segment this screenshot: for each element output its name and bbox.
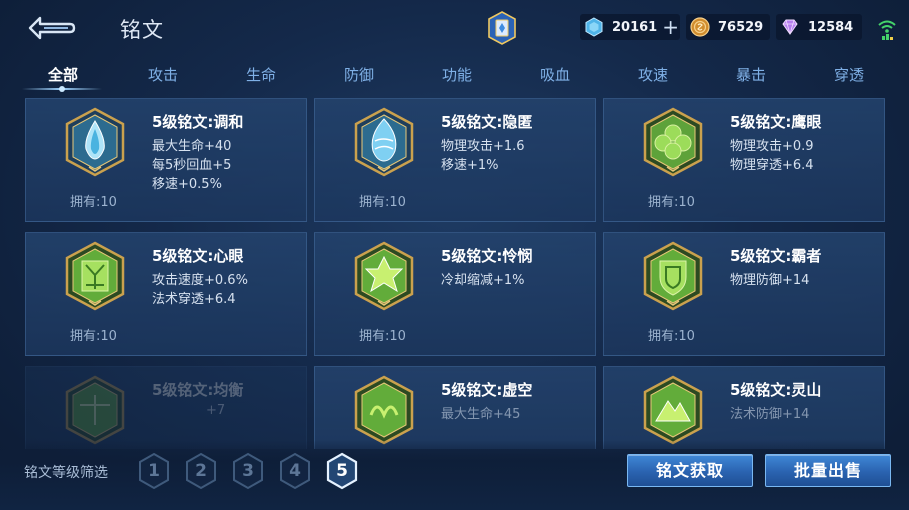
level-number: 3 (242, 461, 254, 481)
level-filter-1[interactable]: 1 (137, 452, 171, 490)
tab-all[interactable]: 全部 (28, 64, 98, 85)
tab-attack-speed[interactable]: 攻速 (618, 64, 688, 85)
green-star-emblem-icon (354, 241, 414, 311)
inscription-name: 5级铭文:调和 (152, 113, 244, 131)
level-number: 2 (195, 461, 207, 481)
green-shield-emblem-icon (643, 241, 703, 311)
add-currency-button[interactable]: + (662, 17, 679, 37)
blue-gem-currency: 20161 + (580, 14, 680, 40)
bulk-sell-button[interactable]: 批量出售 (765, 454, 891, 487)
inscription-card-void[interactable]: 5级铭文:虚空 最大生命+45 (314, 366, 596, 449)
owned-count: 拥有:10 (648, 195, 695, 210)
inscription-name: 5级铭文:鹰眼 (730, 113, 822, 131)
tab-utility[interactable]: 功能 (422, 64, 492, 85)
blue-flame-emblem-icon (354, 107, 414, 177)
owned-count: 拥有:10 (648, 329, 695, 344)
bottom-bar: 铭文等级筛选 1 2 3 4 5 铭文获取 批量出售 (0, 440, 909, 510)
owned-count: 拥有:10 (359, 329, 406, 344)
inscription-attribute: 攻击速度+0.6% (152, 273, 248, 288)
level-number: 4 (289, 461, 301, 481)
inscription-name: 5级铭文:隐匿 (441, 113, 533, 131)
purple-diamond-amount: 12584 (808, 19, 854, 35)
top-bar: 铭文 20161 + 76529 12584 (0, 0, 909, 56)
owned-count: 拥有:10 (70, 195, 117, 210)
inscription-card-mind-eye[interactable]: 5级铭文:心眼 攻击速度+0.6% 法术穿透+6.4 拥有:10 (25, 232, 307, 356)
page-title: 铭文 (120, 18, 164, 42)
green-mountain-emblem-icon (643, 375, 703, 445)
inscription-attribute: 冷却缩减+1% (441, 273, 525, 288)
inscription-name: 5级铭文:虚空 (441, 381, 533, 399)
inscription-card-harmony[interactable]: 5级铭文:调和 最大生命+40 每5秒回血+5 移速+0.5% 拥有:10 (25, 98, 307, 222)
inscription-name: 5级铭文:心眼 (152, 247, 244, 265)
level-filter-5[interactable]: 5 (325, 452, 359, 490)
level-number: 1 (148, 461, 160, 481)
purple-diamond-currency: 12584 (776, 14, 862, 40)
inscription-name: 5级铭文:霸者 (730, 247, 822, 265)
inscription-attribute: 法术防御+14 (730, 407, 810, 422)
wifi-signal-icon (878, 20, 896, 40)
level-filter-2[interactable]: 2 (184, 452, 218, 490)
active-tab-indicator (22, 86, 102, 92)
inscription-attribute: 最大生命+40 (152, 139, 232, 154)
gold-coin-amount: 76529 (718, 19, 764, 35)
green-rune-emblem-icon (65, 241, 125, 311)
inscription-attribute: +7 (206, 403, 226, 418)
gold-coin-icon (690, 17, 710, 37)
blue-gem-amount: 20161 (612, 19, 658, 35)
inscription-attribute: 每5秒回血+5 (152, 158, 232, 173)
inscription-attribute: 物理穿透+6.4 (730, 158, 814, 173)
inscription-grid: 5级铭文:调和 最大生命+40 每5秒回血+5 移速+0.5% 拥有:10 5级… (0, 94, 909, 449)
inscription-attribute: 移速+1% (441, 158, 499, 173)
green-clover-emblem-icon (643, 107, 703, 177)
level-filter-label: 铭文等级筛选 (24, 465, 108, 481)
inscription-card-spirit-mountain[interactable]: 5级铭文:灵山 法术防御+14 (603, 366, 885, 449)
inscription-attribute: 物理防御+14 (730, 273, 810, 288)
inscription-attribute: 法术穿透+6.4 (152, 292, 236, 307)
inscription-name: 5级铭文:灵山 (730, 381, 822, 399)
inscription-card-overlord[interactable]: 5级铭文:霸者 物理防御+14 拥有:10 (603, 232, 885, 356)
green-scale-emblem-icon (65, 375, 125, 445)
purple-diamond-icon (782, 19, 798, 35)
inscription-card-hawkeye[interactable]: 5级铭文:鹰眼 物理攻击+0.9 物理穿透+6.4 拥有:10 (603, 98, 885, 222)
level-number: 5 (336, 461, 348, 481)
obtain-inscription-button[interactable]: 铭文获取 (627, 454, 753, 487)
blue-gem-icon (585, 17, 603, 37)
back-arrow-icon (28, 16, 76, 40)
level-filter-4[interactable]: 4 (278, 452, 312, 490)
tab-critical[interactable]: 暴击 (716, 64, 786, 85)
blue-water-drop-emblem-icon (65, 107, 125, 177)
inscription-attribute: 最大生命+45 (441, 407, 521, 422)
inscription-attribute: 物理攻击+1.6 (441, 139, 525, 154)
tab-penetration[interactable]: 穿透 (814, 64, 884, 85)
level-filter-3[interactable]: 3 (231, 452, 265, 490)
inscription-attribute: 移速+0.5% (152, 177, 222, 192)
inscription-card-mercy[interactable]: 5级铭文:怜悯 冷却缩减+1% 拥有:10 (314, 232, 596, 356)
tab-health[interactable]: 生命 (226, 64, 296, 85)
tab-attack[interactable]: 攻击 (128, 64, 198, 85)
back-button[interactable] (26, 14, 76, 42)
green-crest-emblem-icon (354, 375, 414, 445)
inscription-card-stealth[interactable]: 5级铭文:隐匿 物理攻击+1.6 移速+1% 拥有:10 (314, 98, 596, 222)
owned-count: 拥有:10 (359, 195, 406, 210)
owned-count: 拥有:10 (70, 329, 117, 344)
inscription-name: 5级铭文:均衡 (152, 381, 244, 399)
tab-lifesteal[interactable]: 吸血 (520, 64, 590, 85)
gold-coin-currency: 76529 (686, 14, 770, 40)
tab-defense[interactable]: 防御 (324, 64, 394, 85)
inscription-book-icon[interactable] (487, 11, 517, 45)
inscription-name: 5级铭文:怜悯 (441, 247, 533, 265)
inscription-card-balance[interactable]: 5级铭文:均衡 +7 (25, 366, 307, 449)
category-tabs: 全部 攻击 生命 防御 功能 吸血 攻速 暴击 穿透 (0, 60, 909, 94)
inscription-attribute: 物理攻击+0.9 (730, 139, 814, 154)
